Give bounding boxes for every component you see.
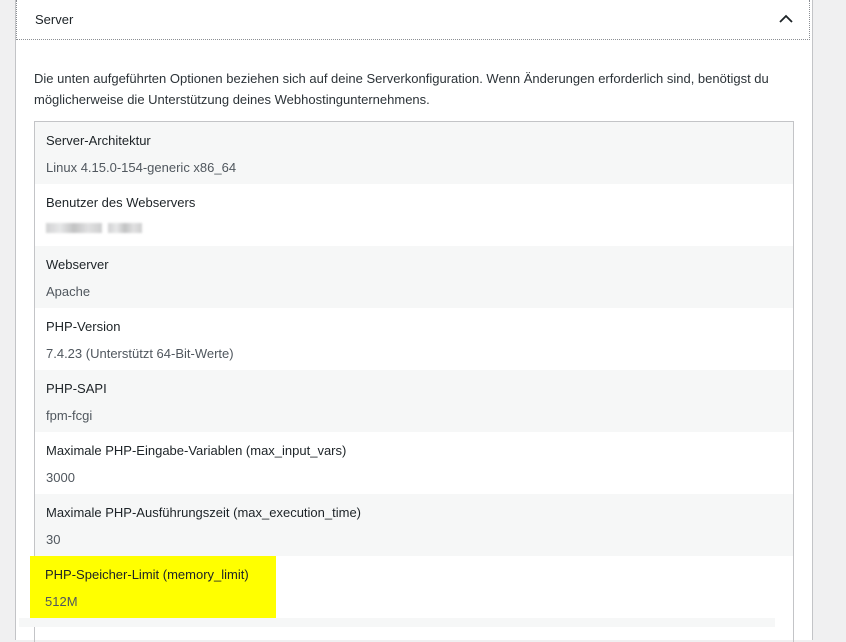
table-row: Webserver Apache [35,246,793,308]
row-label: Server-Architektur [46,133,151,148]
row-label: Maximale PHP-Eingabe-Variablen (max_inpu… [46,443,347,458]
redacted-value [46,223,102,233]
row-label: PHP-Speicher-Limit (memory_limit) [45,567,249,582]
redacted-value [108,223,142,233]
row-value: Linux 4.15.0-154-generic x86_64 [46,160,237,175]
chevron-up-icon[interactable] [777,10,795,28]
row-value: 3000 [46,470,75,485]
section-title: Server [35,12,74,27]
highlighted-row-memory-limit: PHP-Speicher-Limit (memory_limit) 512M [30,556,276,618]
row-label: PHP-Version [46,319,121,334]
section-description: Die unten aufgeführten Optionen beziehen… [34,71,769,107]
table-row: Maximale PHP-Ausführungszeit (max_execut… [35,494,793,556]
table-row: Maximale PHP-Eingabe-Variablen (max_inpu… [35,432,793,494]
table-row: PHP-SAPI fpm-fcgi [35,370,793,432]
row-label: Benutzer des Webservers [46,195,196,210]
table-row: Benutzer des Webservers [35,184,793,246]
row-label: Webserver [46,257,109,272]
row-value: fpm-fcgi [46,408,93,423]
row-label: PHP-SAPI [46,381,107,396]
table-row: Server-Architektur Linux 4.15.0-154-gene… [35,122,793,184]
row-label: Maximale PHP-Ausführungszeit (max_execut… [46,505,362,520]
row-value: 512M [45,594,78,609]
table-row [19,618,775,627]
row-value: Apache [46,284,91,299]
section-header-server[interactable]: Server [16,0,810,40]
row-value: 7.4.23 (Unterstützt 64-Bit-Werte) [46,346,234,361]
server-info-panel: Server Die unten aufgeführten Optionen b… [15,0,813,642]
row-value: 30 [46,532,61,547]
table-row: PHP-Version 7.4.23 (Unterstützt 64-Bit-W… [35,308,793,370]
